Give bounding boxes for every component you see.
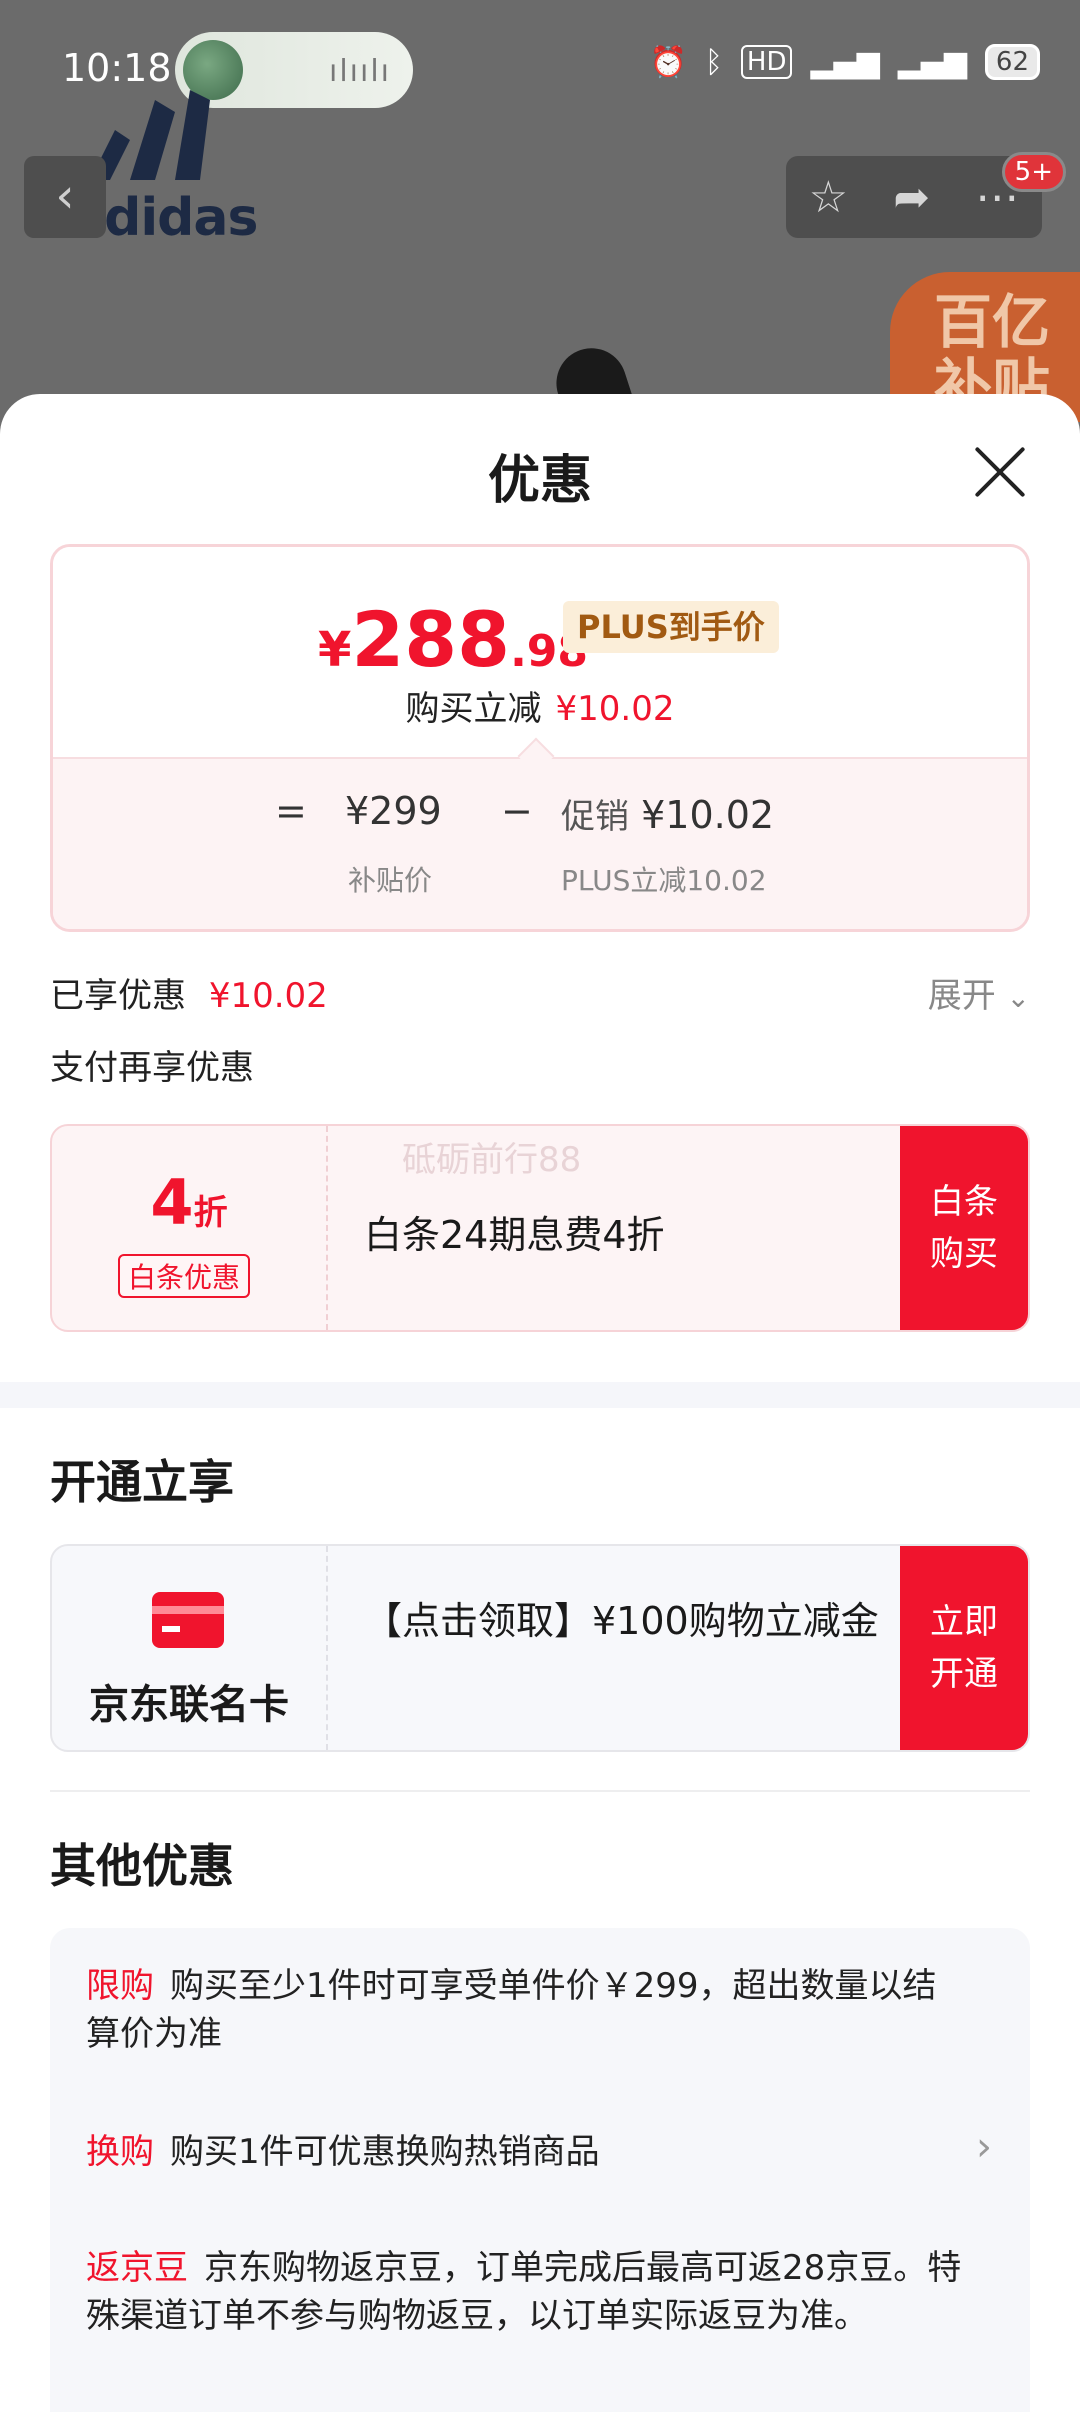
expand-button[interactable]: 展开 ⌄ (928, 968, 1030, 1017)
signal-icon: ▂▄▆ (810, 44, 880, 80)
jd-cobrand-card-offer[interactable]: 京东联名卡 【点击领取】¥100购物立减金 立即开通 (50, 1544, 1030, 1752)
pay-more-label: 支付再享优惠 (50, 1048, 254, 1088)
promo-sub-label: PLUS立减10.02 (561, 864, 767, 897)
baitiao-tag: 白条优惠 (118, 1254, 251, 1298)
divider (50, 1790, 1030, 1792)
chevron-down-icon: ⌄ (1006, 981, 1030, 1014)
open-section-title: 开通立享 (50, 1455, 234, 1509)
base-price-label: 补贴价 (348, 864, 433, 897)
product-page-background: 10:18 ılıılı ⏰ ᛒ HD ▂▄▆ ▂▄▆ 62 adidas ‹ … (0, 0, 1080, 437)
voice-wave-icon: ılıılı (328, 54, 391, 89)
promo-amount: 促销 ¥10.02 (561, 793, 775, 837)
watermark-text: 砥砺前行88 (402, 1140, 582, 1180)
card-offer-text: 【点击领取】¥100购物立减金 (364, 1599, 879, 1643)
baitiao-offer-card[interactable]: 4折 白条优惠 砥砺前行88 白条24期息费4折 白条购买 (50, 1124, 1030, 1332)
equals-sign: = (275, 789, 307, 833)
bluetooth-icon: ᛒ (704, 44, 723, 80)
back-button[interactable]: ‹ (24, 156, 106, 238)
share-icon[interactable]: ➦ (893, 172, 930, 223)
final-price: ¥288.98 (318, 595, 589, 684)
baitiao-buy-button[interactable]: 白条购买 (900, 1126, 1028, 1330)
price-card: ¥288.98 PLUS到手价 购买立减 ¥10.02 = ¥299 补贴价 − … (50, 544, 1030, 932)
battery-indicator: 62 (984, 44, 1040, 80)
signal-icon: ▂▄▆ (897, 44, 967, 80)
status-icons: ⏰ ᛒ HD ▂▄▆ ▂▄▆ 62 (650, 44, 1040, 80)
open-now-button[interactable]: 立即开通 (900, 1546, 1028, 1750)
section-divider (0, 1382, 1080, 1408)
reduction-line: 购买立减 ¥10.02 (405, 689, 675, 729)
other-offers-list: 限购 购买至少1件时可享受单件价￥299，超出数量以结算价为准 换购 购买1件可优惠… (50, 1928, 1030, 2412)
credit-card-icon (152, 1592, 224, 1648)
close-icon[interactable] (972, 444, 1028, 500)
discount-sheet: 优惠 ¥288.98 PLUS到手价 购买立减 ¥10.02 = ¥299 补贴价… (0, 394, 1080, 2412)
sheet-title: 优惠 (487, 451, 592, 511)
offer-item-exchange[interactable]: 换购 购买1件可优惠换购热销商品 (86, 2128, 966, 2176)
card-name: 京东联名卡 (89, 1682, 289, 1728)
offer-item-jingdou: 返京豆 京东购物返京豆，订单完成后最高可返28京豆。特殊渠道订单不参与购物返豆，以… (86, 2248, 962, 2336)
enjoyed-discount: 已享优惠 ¥10.02 (50, 976, 328, 1016)
price-calculation: = ¥299 补贴价 − 促销 ¥10.02 PLUS立减10.02 (53, 757, 1027, 929)
hd-icon: HD (740, 45, 793, 79)
baitiao-discount: 4折 (150, 1166, 228, 1239)
offer-item-limit: 限购 购买至少1件时可享受单件价￥299，超出数量以结算价为准 (86, 1966, 937, 2054)
alarm-icon: ⏰ (649, 44, 687, 80)
plus-price-tag: PLUS到手价 (563, 601, 779, 653)
chevron-right-icon[interactable]: › (976, 2124, 992, 2170)
minus-sign: − (501, 789, 533, 833)
other-section-title: 其他优惠 (50, 1839, 234, 1893)
base-price: ¥299 (345, 789, 442, 833)
favorite-star-icon[interactable]: ☆ (809, 172, 848, 223)
notification-badge: 5+ (1001, 152, 1066, 192)
baitiao-offer-text: 白条24期息费4折 (364, 1213, 665, 1257)
